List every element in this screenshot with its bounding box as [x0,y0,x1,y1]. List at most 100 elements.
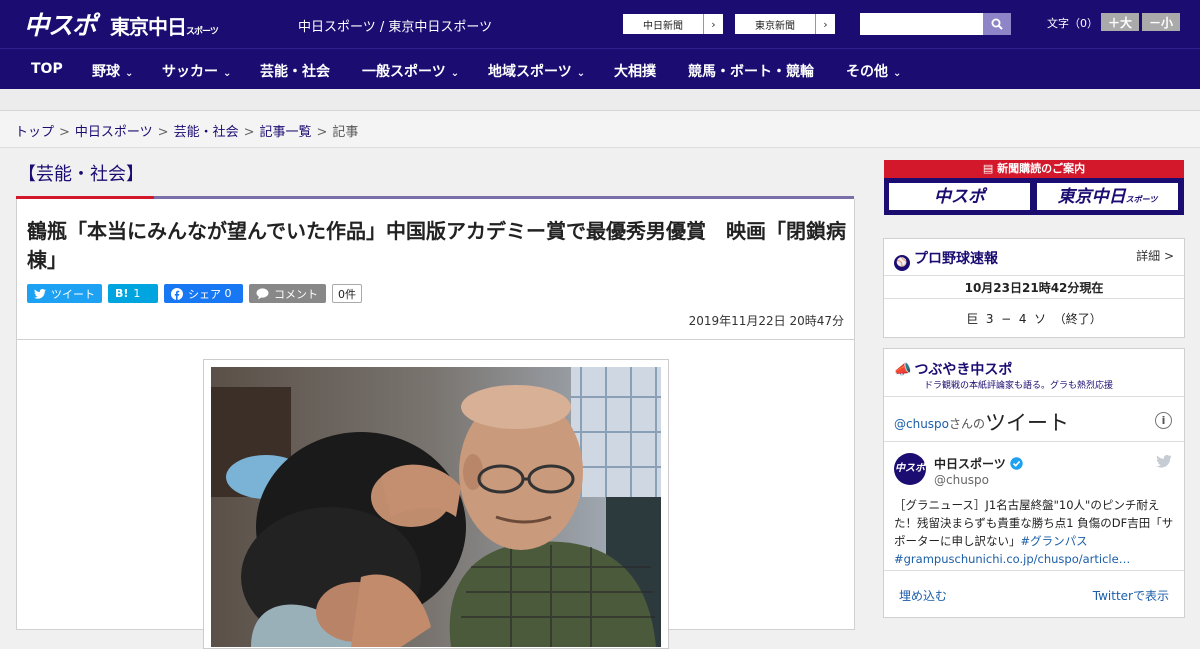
twitter-handle-link[interactable]: @chuspo [894,417,949,431]
divider [884,275,1184,276]
nav-item-entertainment[interactable]: 芸能・社会 [260,61,330,81]
account-name[interactable]: 中日スポーツ [934,455,1023,472]
nav-label: 芸能・社会 [260,64,330,80]
breadcrumb-sep: > [59,125,70,140]
chunichi-shimbun-label: 中日新聞 [643,20,683,32]
tokyo-logo-text: 東京中日 [110,17,187,39]
baseball-time: 10月23日21時42分現在 [964,281,1104,295]
tweets-title: 📣 つぶやき中スポ [894,359,1012,379]
breadcrumb-sep: > [243,125,255,140]
facebook-icon [171,287,183,300]
breadcrumb-article-list[interactable]: 記事一覧 [260,125,312,140]
facebook-label: シェア [188,287,221,301]
chevron-right-icon: › [815,14,835,34]
account-handle[interactable]: @chuspo [934,473,989,487]
font-larger-button[interactable]: ＋大 [1101,13,1139,31]
search-button[interactable] [983,13,1011,35]
tweet-link[interactable]: #grampuschunichi.co.jp/chuspo/article… [894,552,1130,566]
nav-label: サッカー [162,64,218,80]
comment-label: コメント [274,287,318,301]
chevron-down-icon: ⌄ [125,68,134,79]
hatena-bookmark-button[interactable]: B! 1 [108,284,158,303]
tokyo-shimbun-label: 東京新聞 [755,20,795,32]
tweets-title-text: つぶやき中スポ [914,362,1013,378]
tokyo-shimbun-link[interactable]: 東京新聞 › [734,13,836,35]
search-input[interactable] [860,13,983,35]
nav-label: 一般スポーツ [362,64,446,80]
article-card: 鶴瓶「本当にみんなが望んでいた作品」中国版アカデミー賞で最優秀男優賞 映画「閉鎖… [16,199,855,649]
twitter-timeline-header: @chuspoさんのツイート [894,407,1069,437]
nav-label: 大相撲 [614,64,656,80]
nav-item-regional-sports[interactable]: 地域スポーツ ⌄ [488,61,585,81]
article-divider [17,339,854,340]
avatar[interactable]: 中スポ [894,453,926,485]
divider [884,570,1184,571]
subscription-title-text: 新聞購読のご案内 [997,162,1086,175]
chevron-right-icon: › [703,14,723,34]
tweet-button[interactable]: ツイート [27,284,102,303]
nav-item-sumo[interactable]: 大相撲 [614,61,656,81]
megaphone-icon: 📣 [894,362,912,378]
article-photo-image [211,367,661,647]
subscription-banner[interactable]: ▤ 新聞購読のご案内 中スポ 東京中日スポーツ [884,160,1184,215]
nav-item-baseball[interactable]: 野球 ⌄ [92,61,133,81]
subscribe-tokyo-button[interactable]: 東京中日スポーツ [1036,182,1179,211]
subscribe-tokyo-text: 東京中日 [1057,187,1126,206]
breadcrumb-top[interactable]: トップ [15,125,54,140]
divider [884,396,1184,397]
nav-label: TOP [31,61,63,77]
divider [884,441,1184,442]
nav-item-other[interactable]: その他 ⌄ [846,61,901,81]
speech-bubble-icon [256,287,269,299]
article-date: 2019年11月22日 20時47分 [688,314,844,328]
font-smaller-button[interactable]: －小 [1142,13,1180,31]
facebook-share-button[interactable]: シェア 0 [164,284,243,303]
breadcrumb-sep: > [316,125,328,140]
hatena-icon: B! [115,287,129,300]
tweet-label: ツイート [51,287,95,301]
nav-item-general-sports[interactable]: 一般スポーツ ⌄ [362,61,459,81]
nav-item-soccer[interactable]: サッカー ⌄ [162,61,231,81]
breadcrumb-entertainment[interactable]: 芸能・社会 [174,125,239,140]
chuspo-logo[interactable]: 中スポ [24,6,97,42]
article-headline: 鶴瓶「本当にみんなが望んでいた作品」中国版アカデミー賞で最優秀男優賞 映画「閉鎖… [27,219,846,272]
view-on-twitter-link[interactable]: Twitterで表示 [1093,587,1169,604]
breadcrumb-bar: トップ > 中日スポーツ > 芸能・社会 > 記事一覧 > 記事 [0,111,1200,148]
chunichi-shimbun-link[interactable]: 中日新聞 › [622,13,724,35]
breadcrumb-sep: > [157,125,169,140]
breadcrumb: トップ > 中日スポーツ > 芸能・社会 > 記事一覧 > 記事 [15,121,358,140]
site-name[interactable]: 中日スポーツ / 東京中日スポーツ [298,16,492,35]
info-icon[interactable]: i [1155,412,1172,429]
nav-item-racing[interactable]: 競馬・ボート・競輪 [688,61,814,81]
article-photo-frame [203,359,669,649]
baseball-score-box: ⚾ プロ野球速報 詳細 > 10月23日21時42分現在 巨 3 − 4 ソ （終… [883,238,1185,338]
baseball-detail-link[interactable]: 詳細 > [1136,247,1174,264]
subscribe-chuspo-button[interactable]: 中スポ [888,182,1031,211]
chevron-down-icon: ⌄ [576,68,586,79]
chevron-down-icon: ⌄ [223,68,232,79]
baseball-score[interactable]: 巨 3 − 4 ソ （終了） [884,310,1184,327]
subscribe-tokyo-small: スポーツ [1125,195,1158,204]
article-category: 【芸能・社会】 [18,164,144,185]
tweet-hashtag[interactable]: #グランパス [1021,534,1088,548]
newspaper-icon: ▤ [982,162,994,175]
subscription-title: ▤ 新聞購読のご案内 [884,160,1184,178]
baseball-title-text: プロ野球速報 [914,251,998,267]
comment-count: 0件 [332,284,362,303]
nav-label: 競馬・ボート・競輪 [688,64,814,80]
font-size-label: 文字（0） [1047,17,1098,30]
nav-label: 野球 [92,64,120,80]
twitter-bird-icon [1156,455,1172,468]
nav-item-top[interactable]: TOP [31,61,63,77]
tokyo-chunichi-logo[interactable]: 東京中日スポーツ [110,11,219,40]
embed-link[interactable]: 埋め込む [899,587,947,604]
article-photo[interactable] [211,367,661,647]
tweets-box: 📣 つぶやき中スポ ドラ観戦の本紙評論家も語る。グラも熱烈応援 @chuspoさん… [883,348,1185,618]
twitter-bird-icon [34,288,46,299]
facebook-count: 0 [224,287,232,300]
baseball-icon: ⚾ [894,255,910,271]
comment-button[interactable]: コメント [249,284,326,303]
divider [884,298,1184,299]
breadcrumb-chunichi-sports[interactable]: 中日スポーツ [75,125,153,140]
tokyo-logo-small: スポーツ [186,26,219,36]
